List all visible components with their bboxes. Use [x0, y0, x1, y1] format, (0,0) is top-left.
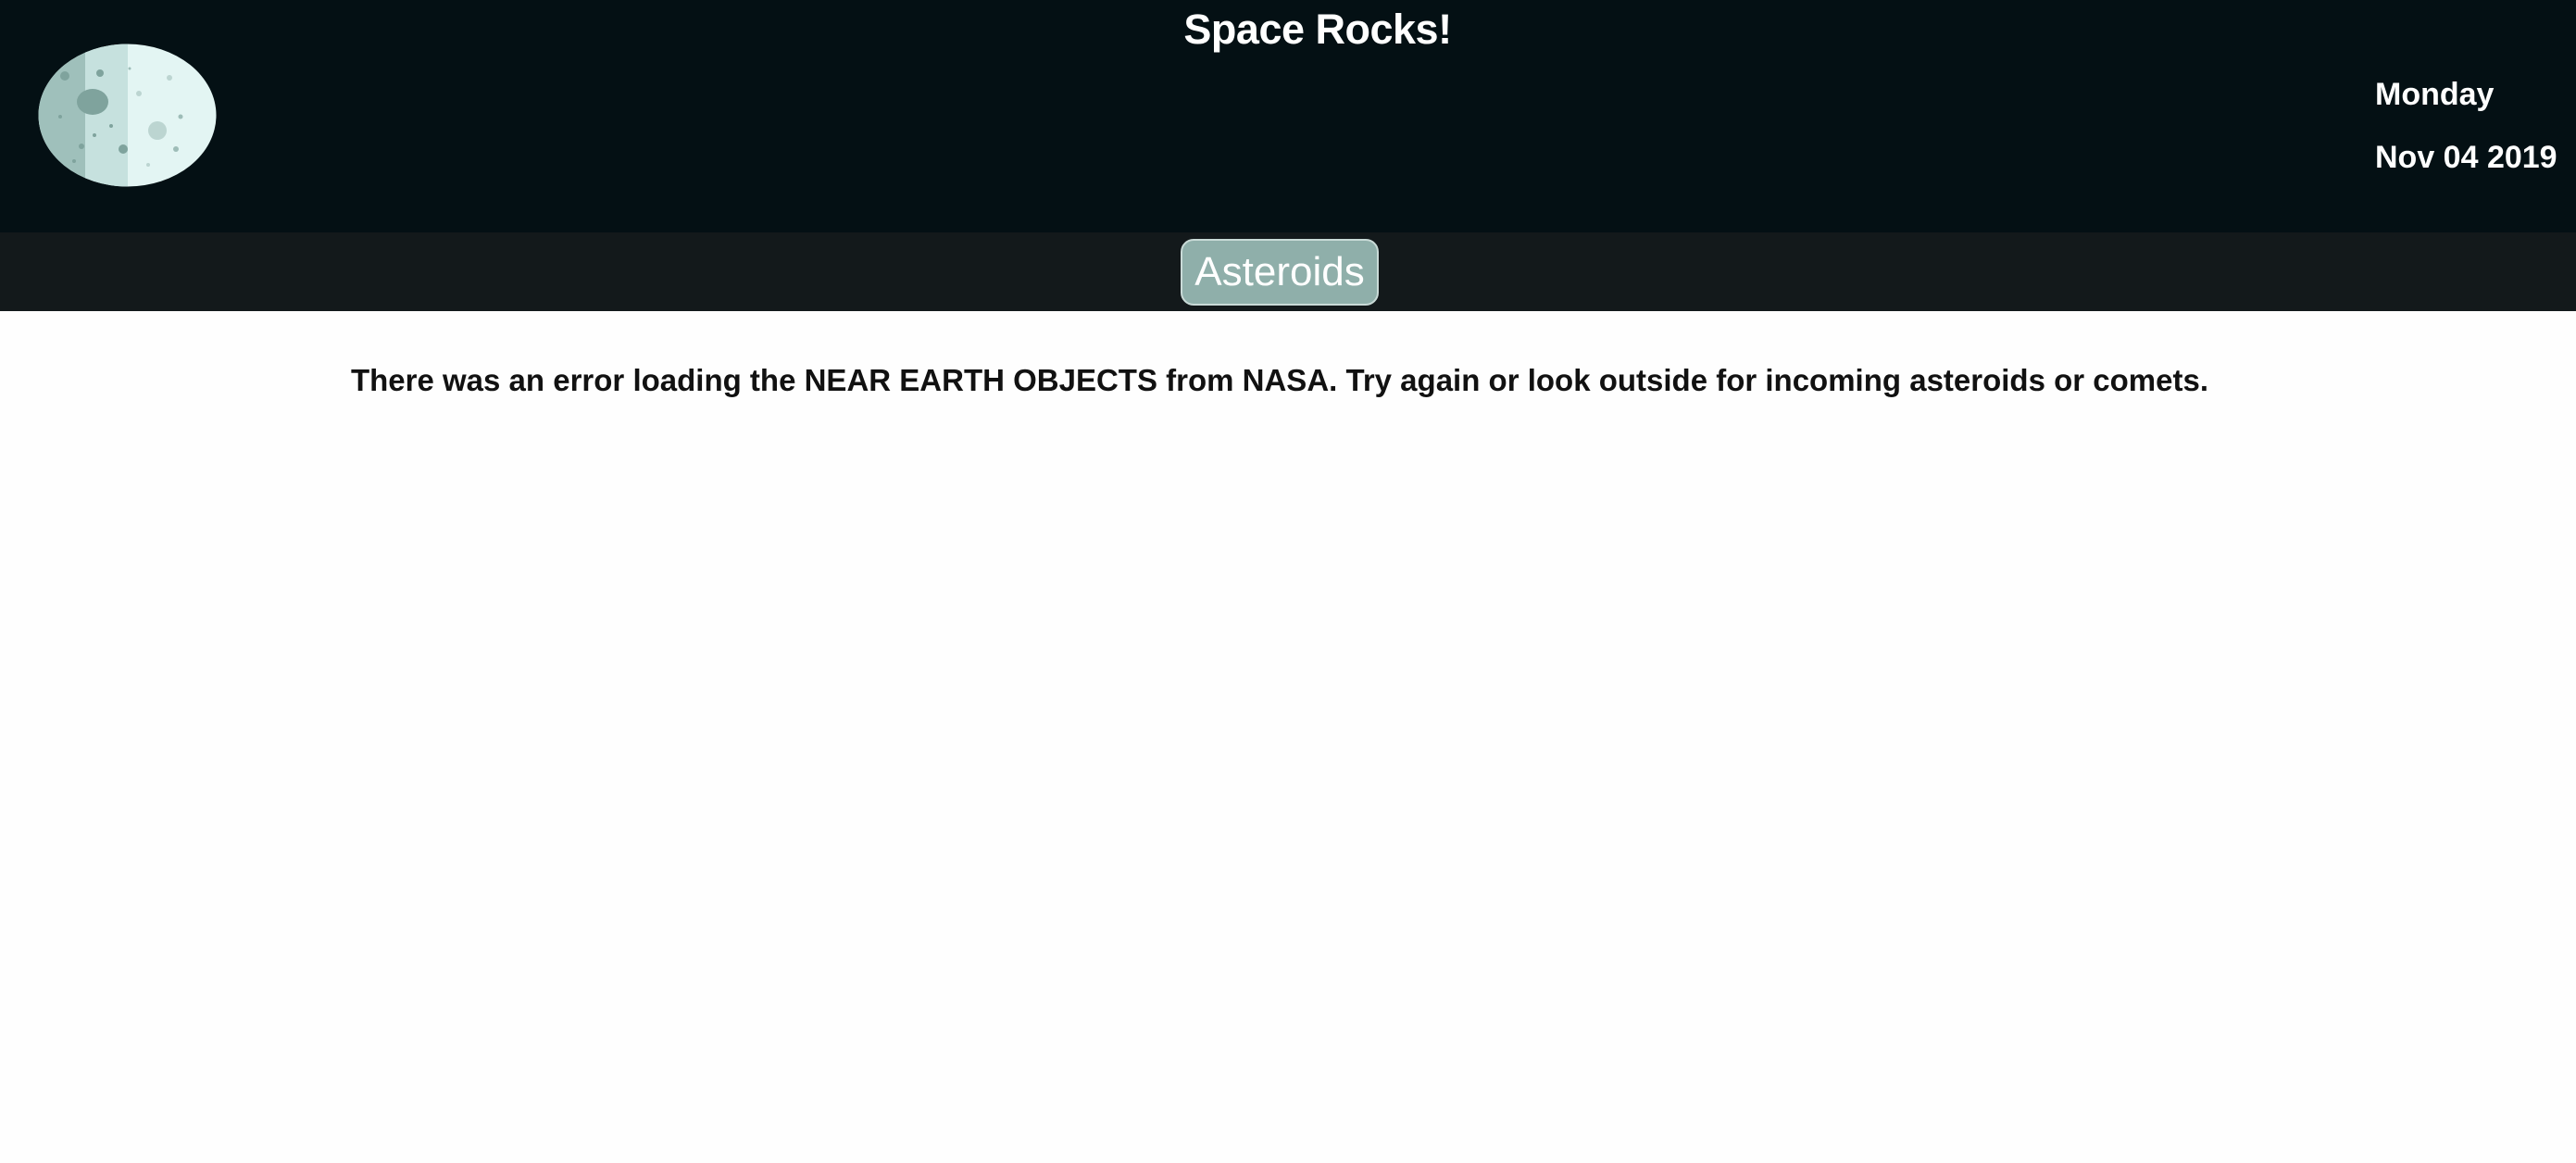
asteroids-button[interactable]: Asteroids — [1181, 239, 1379, 306]
page-title: Space Rocks! — [1183, 6, 1452, 53]
date-label: Nov 04 2019 — [2375, 140, 2557, 175]
date-display: Monday Nov 04 2019 — [2375, 63, 2557, 189]
moon-icon — [37, 43, 218, 188]
error-message: There was an error loading the NEAR EART… — [350, 363, 2208, 397]
site-header: Space Rocks! Monday Nov 04 2019 — [0, 0, 2576, 232]
nav-bar: Asteroids — [0, 232, 2576, 311]
day-label: Monday — [2375, 77, 2495, 112]
